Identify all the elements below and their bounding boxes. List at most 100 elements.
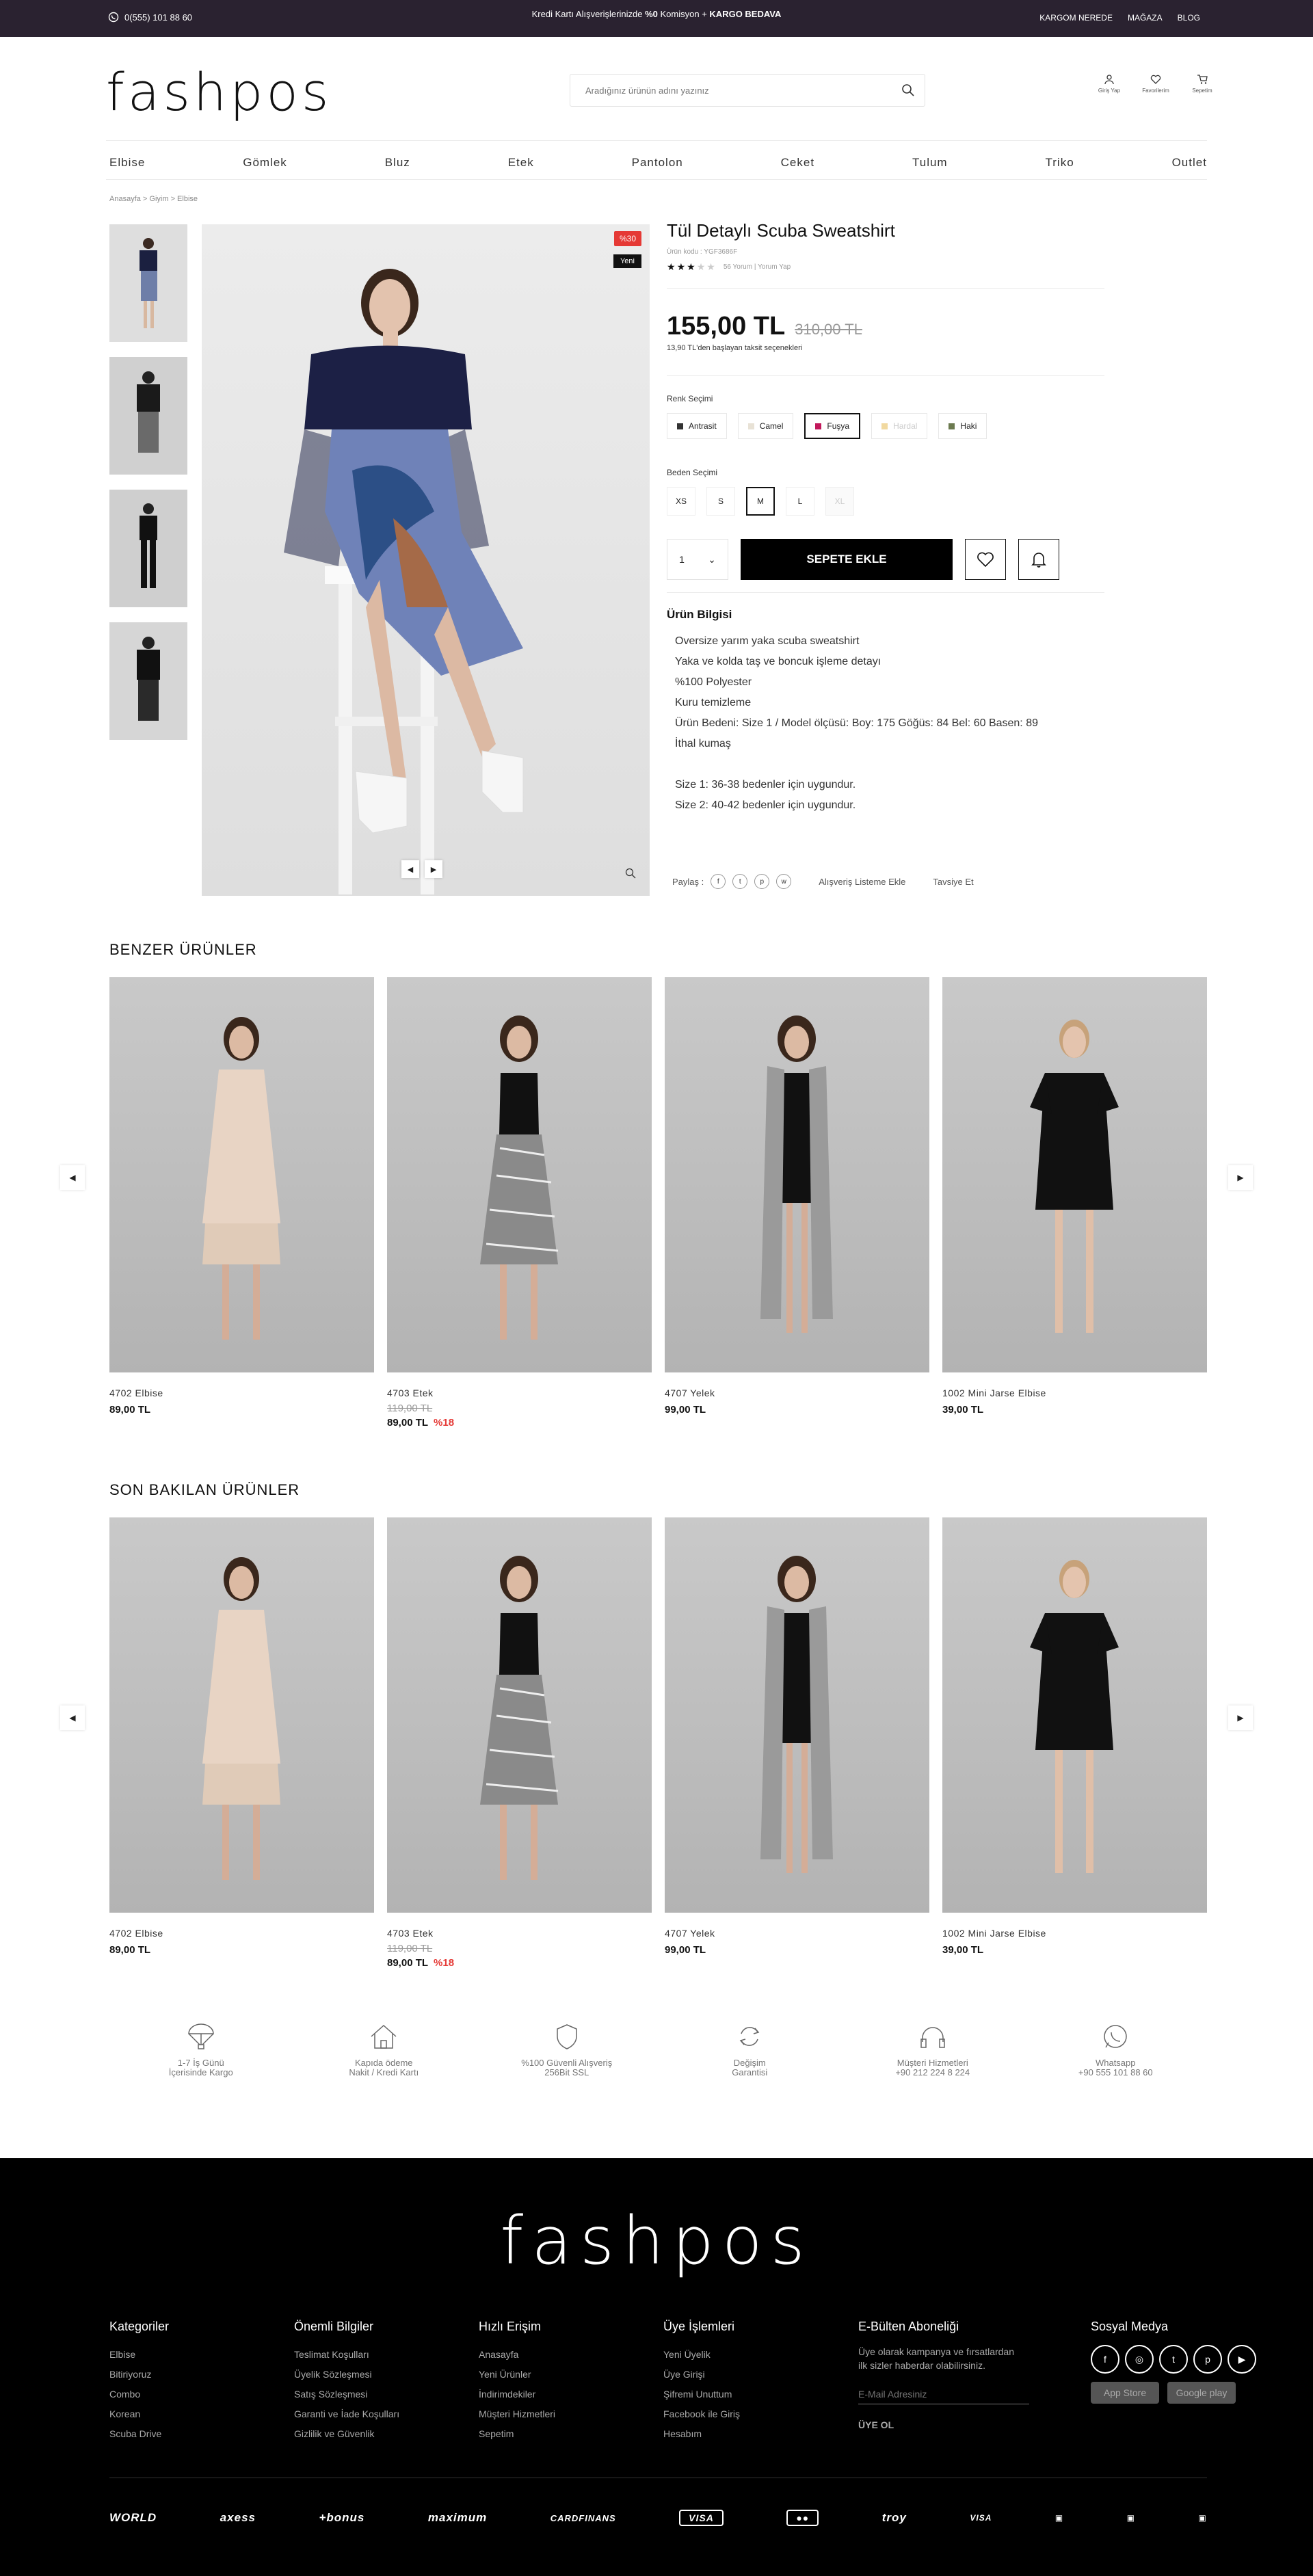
product-card[interactable]: 1002 Mini Jarse Elbise 39,00 TL	[942, 977, 1207, 1429]
recent-prev-button[interactable]: ◀	[60, 1705, 85, 1730]
product-thumbnail[interactable]	[109, 224, 187, 342]
zoom-icon[interactable]	[625, 868, 636, 882]
footer-link[interactable]: Üye Girişi	[663, 2365, 827, 2385]
product-card[interactable]: 4707 Yelek 99,00 TL	[665, 977, 929, 1429]
next-image-button[interactable]: ▶	[425, 860, 442, 878]
footer-link[interactable]: Satış Sözleşmesi	[294, 2385, 458, 2404]
size-option-xl[interactable]: XL	[825, 487, 854, 516]
favorites-button[interactable]: Favorilerim	[1141, 74, 1171, 94]
product-card-image[interactable]	[387, 1517, 652, 1913]
product-card-name[interactable]: 4703 Etek	[387, 1387, 652, 1398]
pinterest-icon[interactable]: p	[1193, 2345, 1222, 2374]
app-store-badge[interactable]: App Store	[1091, 2382, 1159, 2404]
color-option-camel[interactable]: Camel	[737, 413, 794, 439]
top-link-kargom-nerede[interactable]: KARGOM NEREDE	[1039, 13, 1113, 23]
footer-link[interactable]: Facebook ile Giriş	[663, 2404, 827, 2424]
footer-link[interactable]: Elbise	[109, 2345, 274, 2365]
color-option-fusya[interactable]: Fuşya	[804, 413, 861, 439]
nav-ceket[interactable]: Ceket	[781, 156, 814, 170]
add-to-favorites-button[interactable]	[965, 539, 1006, 580]
nav-bluz[interactable]: Bluz	[385, 156, 410, 170]
color-option-antrasit[interactable]: Antrasit	[667, 413, 727, 439]
footer-link[interactable]: Şifremi Unuttum	[663, 2385, 827, 2404]
product-card-name[interactable]: 4702 Elbise	[109, 1928, 374, 1939]
quantity-select[interactable]: 1 ⌄	[667, 539, 728, 580]
footer-link[interactable]: Üyelik Sözleşmesi	[294, 2365, 458, 2385]
color-option-haki[interactable]: Haki	[938, 413, 987, 439]
search-input[interactable]	[570, 75, 892, 106]
nav-etek[interactable]: Etek	[508, 156, 534, 170]
login-button[interactable]: Giriş Yap	[1094, 74, 1124, 94]
product-rating[interactable]: ★ ★ ★ ★ ★ 56 Yorum | Yorum Yap	[667, 261, 1104, 273]
product-card-name[interactable]: 1002 Mini Jarse Elbise	[942, 1928, 1207, 1939]
product-card[interactable]: 1002 Mini Jarse Elbise 39,00 TL	[942, 1517, 1207, 1969]
recent-next-button[interactable]: ▶	[1228, 1705, 1253, 1730]
breadcrumb[interactable]: Anasayfa > Giyim > Elbise	[109, 195, 198, 203]
footer-link[interactable]: Hesabım	[663, 2424, 827, 2444]
twitter-icon[interactable]: t	[732, 874, 748, 889]
prev-image-button[interactable]: ◀	[401, 860, 419, 878]
pinterest-icon[interactable]: p	[754, 874, 770, 889]
footer-link[interactable]: Anasayfa	[479, 2345, 643, 2365]
size-option-xs[interactable]: XS	[667, 487, 695, 516]
footer-link[interactable]: Bitiriyoruz	[109, 2365, 274, 2385]
whatsapp-icon[interactable]: w	[776, 874, 792, 889]
product-card-image[interactable]	[942, 1517, 1207, 1913]
cart-button[interactable]: Sepetim	[1187, 74, 1217, 94]
nav-outlet[interactable]: Outlet	[1172, 156, 1207, 170]
newsletter-join-button[interactable]: ÜYE OL	[858, 2415, 1050, 2435]
footer-link[interactable]: Müşteri Hizmetleri	[479, 2404, 643, 2424]
footer-link[interactable]: Garanti ve İade Koşulları	[294, 2404, 458, 2424]
product-card[interactable]: 4702 Elbise 89,00 TL	[109, 977, 374, 1429]
product-card[interactable]: 4702 Elbise 89,00 TL	[109, 1517, 374, 1969]
twitter-icon[interactable]: t	[1159, 2345, 1188, 2374]
product-card-name[interactable]: 4707 Yelek	[665, 1928, 929, 1939]
nav-pantolon[interactable]: Pantolon	[632, 156, 683, 170]
top-link-blog[interactable]: BLOG	[1178, 13, 1200, 23]
size-option-s[interactable]: S	[706, 487, 735, 516]
product-thumbnail[interactable]	[109, 357, 187, 475]
google-play-badge[interactable]: Google play	[1167, 2382, 1236, 2404]
footer-link[interactable]: Gizlilik ve Güvenlik	[294, 2424, 458, 2444]
product-card-name[interactable]: 1002 Mini Jarse Elbise	[942, 1387, 1207, 1398]
footer-link[interactable]: Scuba Drive	[109, 2424, 274, 2444]
instagram-icon[interactable]: ◎	[1125, 2345, 1154, 2374]
footer-link[interactable]: Combo	[109, 2385, 274, 2404]
rating-meta[interactable]: 56 Yorum | Yorum Yap	[724, 263, 791, 271]
nav-tulum[interactable]: Tulum	[912, 156, 948, 170]
footer-link[interactable]: Yeni Ürünler	[479, 2365, 643, 2385]
product-main-image[interactable]: %30 Yeni ◀ ▶	[202, 224, 650, 896]
nav-triko[interactable]: Triko	[1046, 156, 1074, 170]
stock-alert-button[interactable]	[1018, 539, 1059, 580]
footer-logo[interactable]: fashpos	[0, 2203, 1313, 2279]
similar-next-button[interactable]: ▶	[1228, 1165, 1253, 1190]
footer-link[interactable]: İndirimdekiler	[479, 2385, 643, 2404]
add-to-cart-button[interactable]: SEPETE EKLE	[741, 539, 953, 580]
product-card-image[interactable]	[109, 977, 374, 1372]
footer-link[interactable]: Korean	[109, 2404, 274, 2424]
product-card-image[interactable]	[942, 977, 1207, 1372]
product-thumbnail[interactable]	[109, 490, 187, 607]
product-card-image[interactable]	[109, 1517, 374, 1913]
product-card[interactable]: 4707 Yelek 99,00 TL	[665, 1517, 929, 1969]
facebook-icon[interactable]: f	[1091, 2345, 1119, 2374]
footer-link[interactable]: Teslimat Koşulları	[294, 2345, 458, 2365]
search-icon[interactable]	[901, 83, 915, 101]
youtube-icon[interactable]: ▶	[1228, 2345, 1256, 2374]
add-to-wishlist-link[interactable]: Alışveriş Listeme Ekle	[819, 877, 905, 887]
footer-link[interactable]: Sepetim	[479, 2424, 643, 2444]
product-card-name[interactable]: 4707 Yelek	[665, 1387, 929, 1398]
site-logo[interactable]: fashpos	[106, 62, 332, 122]
installment-link[interactable]: 13,90 TL'den başlayan taksit seçenekleri	[667, 344, 1104, 352]
product-card-image[interactable]	[665, 1517, 929, 1913]
footer-link[interactable]: Yeni Üyelik	[663, 2345, 827, 2365]
nav-gomlek[interactable]: Gömlek	[243, 156, 287, 170]
product-card-image[interactable]	[387, 977, 652, 1372]
product-card-name[interactable]: 4702 Elbise	[109, 1387, 374, 1398]
product-card[interactable]: 4703 Etek 119,00 TL 89,00 TL %18	[387, 977, 652, 1429]
size-option-m[interactable]: M	[746, 487, 775, 516]
facebook-icon[interactable]: f	[711, 874, 726, 889]
product-card-name[interactable]: 4703 Etek	[387, 1928, 652, 1939]
color-option-hardal[interactable]: Hardal	[871, 413, 928, 439]
nav-elbise[interactable]: Elbise	[109, 156, 145, 170]
